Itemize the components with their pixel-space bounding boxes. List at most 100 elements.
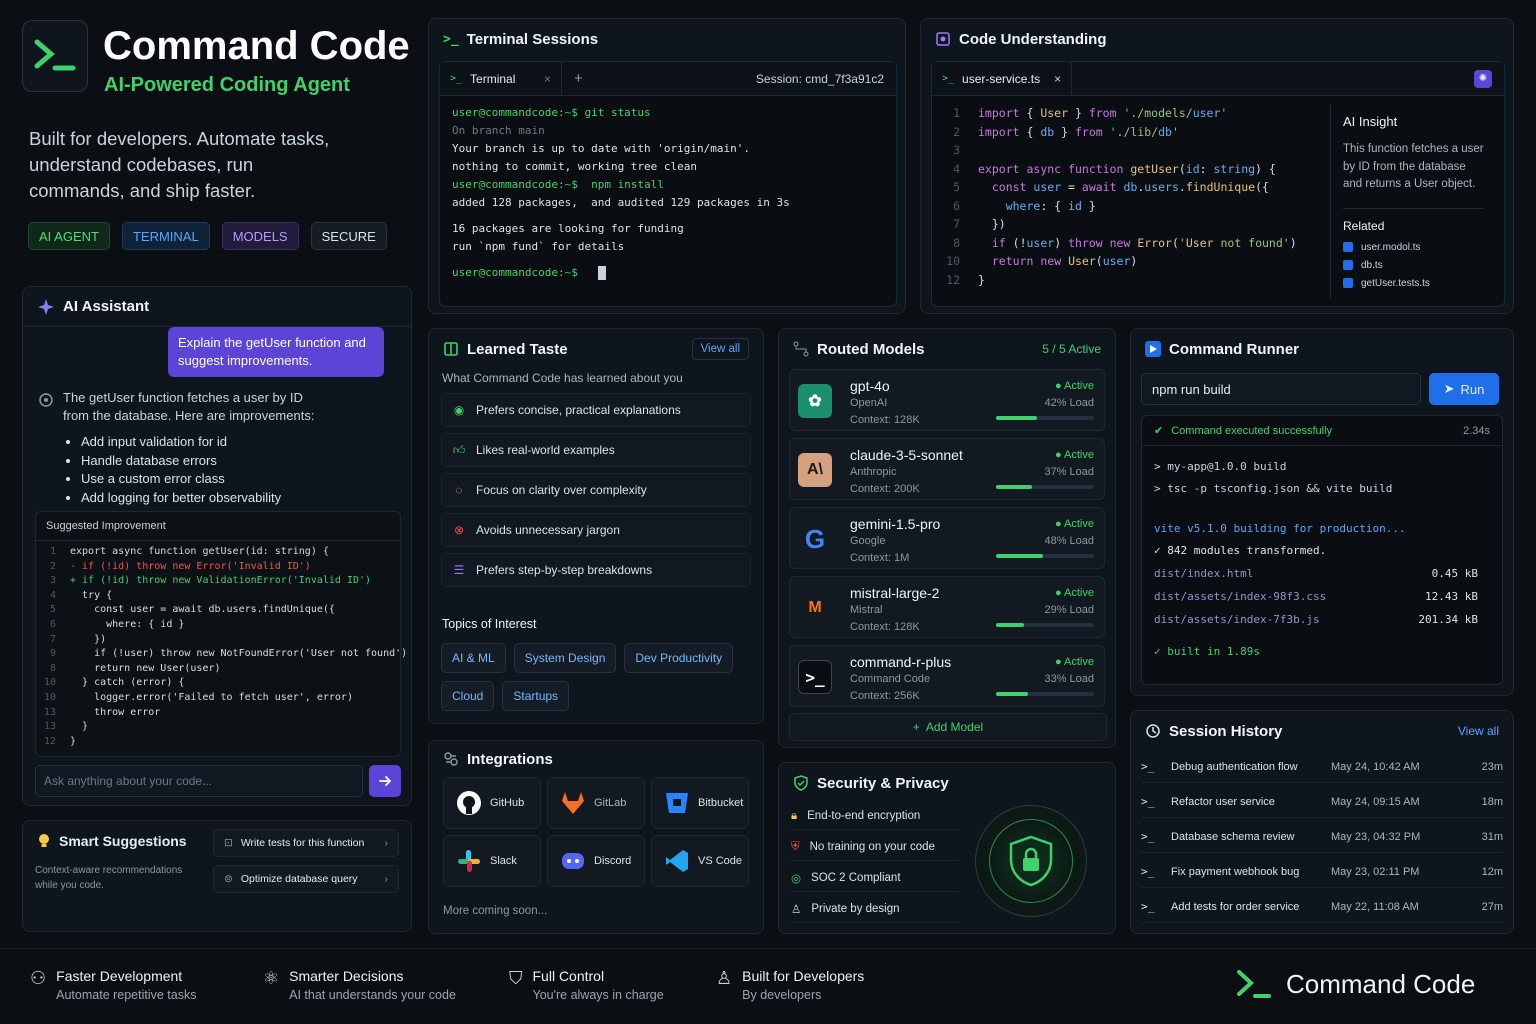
- view-all-link[interactable]: View all: [691, 338, 749, 360]
- book-icon: [444, 342, 458, 356]
- send-button[interactable]: [369, 765, 401, 797]
- ask-input[interactable]: Ask anything about your code...: [35, 765, 363, 797]
- code-text: where: { id }: [1005, 198, 1096, 213]
- history-icon: [1146, 724, 1160, 738]
- terminal-icon: [1237, 970, 1271, 998]
- related-file[interactable]: user.modol.ts: [1343, 239, 1484, 257]
- badge-secure[interactable]: SECURE: [310, 222, 387, 250]
- taste-label: Prefers concise, practical explanations: [476, 403, 681, 417]
- line-number: 8: [49, 662, 56, 674]
- badge-models[interactable]: MODELS: [221, 222, 299, 250]
- history-row[interactable]: >_ Debug authentication flow May 24, 10:42…: [1141, 751, 1503, 783]
- load-bar: [996, 692, 1094, 696]
- model-card[interactable]: >_ command-r-plus Command Code Context: 256…: [789, 645, 1105, 707]
- tab-user-service[interactable]: >_ user-service.ts ×: [932, 62, 1073, 95]
- close-icon[interactable]: ×: [544, 72, 551, 86]
- topic-chip[interactable]: Startups: [502, 681, 570, 711]
- file-path: dist/assets/index-98f3.css: [1154, 590, 1327, 603]
- integration-bitbucket[interactable]: Bitbucket: [651, 777, 749, 829]
- file-icon: >_: [942, 73, 955, 84]
- integration-github[interactable]: GitHub: [443, 777, 541, 829]
- insight-title: AI Insight: [1343, 114, 1398, 129]
- history-row[interactable]: >_ Refactor user service May 24, 09:15 AM 1…: [1141, 786, 1503, 818]
- suggested-improvement: Suggested Improvement 1 export async func…: [35, 511, 407, 757]
- integration-vscode[interactable]: VS Code: [651, 835, 749, 887]
- load-bar-fill: [996, 485, 1033, 489]
- code-editor[interactable]: 1 import { User } from './models/user' 2 im…: [938, 104, 1297, 289]
- run-button[interactable]: ➤ Run: [1429, 373, 1499, 405]
- terminal-line: Your branch is up to date with 'origin/m…: [452, 142, 751, 155]
- model-card[interactable]: Ggemini-1.5-pro Google Context: 1M ● Active…: [789, 507, 1105, 569]
- file-icon: [1343, 277, 1353, 288]
- integration-label: GitLab: [594, 797, 627, 809]
- runner-title: Command Runner: [1169, 340, 1300, 358]
- security-title: Security & Privacy: [817, 774, 949, 792]
- code-text: if (!user) throw new Error('User not fou…: [991, 235, 1297, 250]
- github-icon: [457, 791, 481, 815]
- feature-title: Smarter Decisions: [289, 968, 404, 984]
- file-path: dist/index.html: [1154, 567, 1254, 580]
- integration-discord[interactable]: Discord: [547, 835, 645, 887]
- smart-title: Smart Suggestions: [59, 833, 187, 849]
- topic-chip[interactable]: Dev Productivity: [624, 643, 734, 673]
- model-card[interactable]: ✿ gpt-4o OpenAI Context: 128K ● Active 42% Lo…: [789, 369, 1105, 431]
- suggestion-optimize-query[interactable]: ⊜ Optimize database query ›: [213, 865, 399, 893]
- terminal-icon: >_: [1141, 865, 1155, 878]
- model-card[interactable]: A\ claude-3-5-sonnet Anthropic Context: 200…: [789, 438, 1105, 500]
- bot-icon: [39, 393, 53, 407]
- history-row[interactable]: >_ Add tests for order service May 22, 11:…: [1141, 891, 1503, 923]
- code-line: 2 - if (!id) throw new Error('Invalid ID'…: [42, 560, 400, 575]
- related-file[interactable]: db.ts: [1343, 257, 1484, 275]
- add-model-button[interactable]: + Add Model: [789, 713, 1107, 741]
- model-card[interactable]: Mmistral-large-2 Mistral Context: 128K ● Ac…: [789, 576, 1105, 638]
- integration-label: Discord: [594, 855, 632, 867]
- ai-assistant-panel: AI Assistant Explain the getUser functio…: [22, 286, 412, 806]
- terminal-cursor: [597, 266, 606, 280]
- integration-gitlab[interactable]: GitLab: [547, 777, 645, 829]
- new-tab-button[interactable]: +: [562, 70, 595, 87]
- history-row[interactable]: >_ Database schema review May 23, 04:32 PM…: [1141, 821, 1503, 853]
- history-view-all[interactable]: View all: [1458, 724, 1499, 738]
- line-number: 8: [953, 235, 960, 250]
- related-file[interactable]: getUser.tests.ts: [1343, 275, 1484, 293]
- output-line: > my-app@1.0.0 build: [1154, 460, 1287, 473]
- code-text: if (!user) throw new NotFoundError('User…: [70, 648, 408, 660]
- terminal-output[interactable]: user@commandcode:~$ git status On branch …: [440, 96, 896, 290]
- code-line: 4 export async function getUser(id: strin…: [938, 160, 1297, 179]
- status-dot-icon: ●: [1054, 449, 1065, 461]
- feature-sub: Automate repetitive tasks: [56, 988, 197, 1002]
- security-item: 🔒︎ End-to-end encryption: [791, 803, 959, 830]
- ai-icon[interactable]: ✺: [1474, 69, 1492, 88]
- improvement-list: Add input validation for id Handle datab…: [81, 433, 281, 507]
- model-name: gpt-4o: [850, 378, 890, 394]
- tab-terminal[interactable]: >_ Terminal ×: [440, 62, 562, 95]
- anthropic-icon: A\: [798, 453, 832, 487]
- history-row[interactable]: >_ Fix payment webhook bug May 23, 02:11 P…: [1141, 856, 1503, 888]
- line-number: 13: [43, 721, 56, 733]
- feature-sub: AI that understands your code: [289, 988, 456, 1002]
- modules-line: ✓ 842 modules transformed.: [1154, 544, 1327, 557]
- editor-tabbar: >_ user-service.ts × ✺: [932, 62, 1504, 96]
- code-line: 13 }: [42, 720, 400, 735]
- suggestion-write-tests[interactable]: ⊡ Write tests for this function ›: [213, 829, 399, 857]
- related-file-name: db.ts: [1361, 259, 1383, 271]
- terminal-tabbar: >_ Terminal × + Session: cmd_7f3a91c2: [440, 62, 896, 96]
- status-text: Active: [1064, 518, 1094, 530]
- line-number: 13: [43, 706, 56, 718]
- badge-ai-agent[interactable]: AI AGENT: [28, 222, 110, 250]
- chevron-right-icon: ›: [384, 837, 389, 849]
- command-input[interactable]: npm run build: [1141, 373, 1421, 405]
- topic-chip[interactable]: AI & ML: [441, 643, 506, 673]
- topic-chip[interactable]: Cloud: [441, 681, 495, 711]
- bitbucket-icon: [666, 793, 688, 813]
- taste-item: ◉ Prefers concise, practical explanations: [441, 393, 751, 427]
- close-icon[interactable]: ×: [1054, 72, 1061, 86]
- code-line: 4 try {: [42, 589, 400, 604]
- code-line: 5 const user = await db.users.findUnique…: [938, 178, 1297, 197]
- line-number: 5: [953, 180, 960, 194]
- integration-slack[interactable]: Slack: [443, 835, 541, 887]
- feature-title: Built for Developers: [742, 968, 865, 984]
- badge-terminal[interactable]: TERMINAL: [121, 222, 210, 250]
- topic-chip[interactable]: System Design: [513, 643, 617, 673]
- feature-control: ⛉ Full Control You're always in charge: [509, 968, 664, 1002]
